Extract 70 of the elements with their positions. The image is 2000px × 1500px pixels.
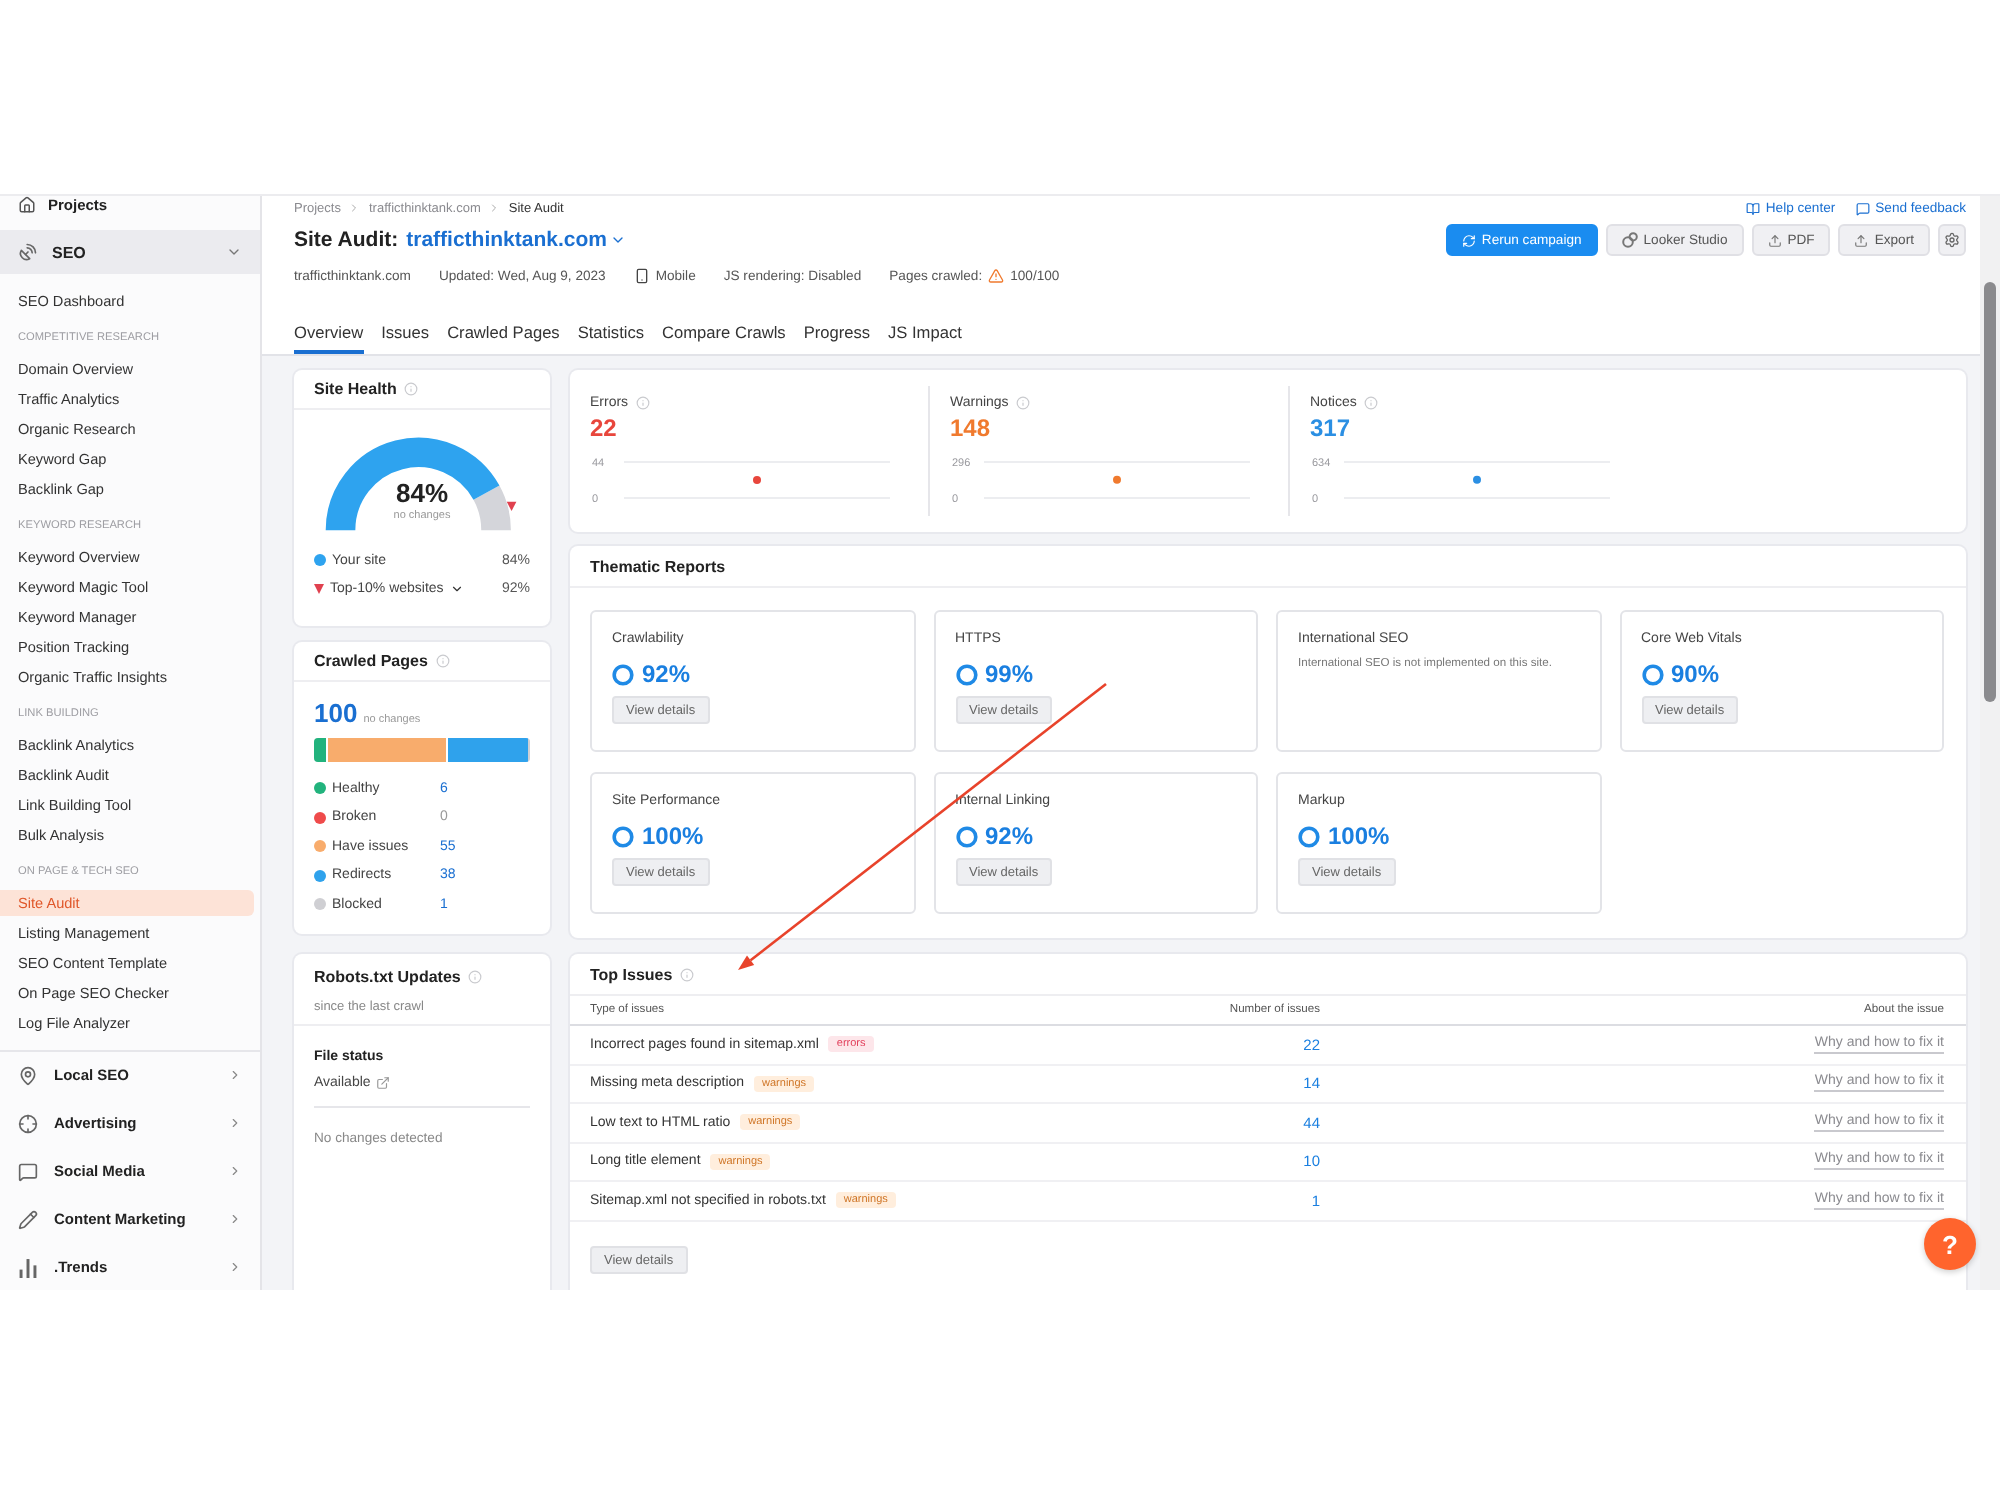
crosshair-icon	[18, 1113, 38, 1133]
card-title: Site Health	[314, 380, 397, 398]
benchmark-marker	[506, 501, 517, 511]
tab[interactable]: Progress	[803, 312, 871, 354]
caret-icon[interactable]	[449, 581, 464, 595]
report-score: 100%	[642, 822, 704, 850]
chevron-right-icon	[228, 1212, 242, 1226]
ring-icon	[612, 663, 634, 685]
page-title: Site Audit:	[294, 228, 399, 252]
report-score: 99%	[985, 660, 1034, 688]
health-score: 84%	[395, 480, 449, 508]
chevron-right-icon	[488, 202, 501, 214]
ring-icon	[955, 663, 977, 685]
info-icon[interactable]	[1364, 395, 1379, 409]
chevron-down-icon	[226, 244, 242, 260]
data-point	[753, 476, 761, 484]
tab[interactable]: Overview	[294, 312, 364, 354]
info-icon[interactable]	[680, 967, 695, 981]
circles-icon	[1621, 232, 1638, 248]
scrollbar[interactable]	[1980, 196, 2000, 1290]
tab[interactable]: Issues	[381, 312, 430, 354]
card-title: Thematic Reports	[590, 557, 726, 575]
card-title: Crawled Pages	[314, 652, 428, 670]
project-dropdown[interactable]: trafficthinktank.com	[406, 228, 627, 252]
upload-icon	[1767, 233, 1782, 247]
info-icon[interactable]	[404, 382, 419, 396]
report-score: 92%	[642, 660, 691, 688]
chevron-right-icon	[228, 1068, 242, 1082]
external-link-icon[interactable]	[376, 1075, 391, 1089]
report-score: 100%	[1328, 822, 1390, 850]
data-point	[1113, 475, 1121, 484]
crawled-pages-total: 100	[314, 696, 358, 732]
ring-icon	[1298, 825, 1320, 847]
bar-chart-icon	[18, 1257, 38, 1277]
info-icon[interactable]	[636, 395, 651, 409]
info-icon[interactable]	[1016, 395, 1031, 409]
info-icon[interactable]	[435, 654, 450, 668]
chevron-right-icon	[348, 202, 361, 214]
book-icon	[1745, 201, 1760, 215]
caret-icon	[610, 232, 627, 248]
issue-total-count[interactable]: 22	[590, 412, 617, 444]
satellite-dish-icon	[18, 242, 38, 262]
tab[interactable]: Statistics	[577, 312, 645, 354]
ring-icon	[1641, 663, 1663, 685]
card-title: Robots.txt Updates	[314, 968, 461, 986]
map-pin-icon	[18, 1065, 38, 1085]
chevron-right-icon	[228, 1260, 242, 1274]
report-score: 92%	[985, 822, 1034, 850]
ring-icon	[612, 825, 634, 847]
settings-icon	[1944, 232, 1960, 248]
phone-icon	[633, 268, 650, 284]
card-title: Top Issues	[590, 965, 673, 983]
tab[interactable]: Compare Crawls	[662, 312, 786, 354]
upload-icon	[1854, 233, 1869, 247]
chat-icon	[1855, 201, 1870, 215]
home-icon	[18, 196, 36, 213]
chevron-right-icon	[228, 1164, 242, 1178]
settings-button[interactable]	[1938, 224, 1966, 256]
chevron-right-icon	[228, 1116, 242, 1130]
ring-icon	[955, 825, 977, 847]
refresh-icon	[1461, 233, 1476, 247]
seo-menu-toggle[interactable]: SEO	[0, 230, 260, 274]
data-point	[1473, 475, 1481, 484]
gauge-remainder-arc	[473, 486, 511, 532]
scrollbar-thumb[interactable]	[1984, 282, 1996, 702]
info-icon[interactable]	[468, 970, 483, 984]
report-score: 90%	[1671, 660, 1720, 688]
pencil-icon	[18, 1209, 38, 1229]
tab[interactable]: Crawled Pages	[447, 312, 560, 354]
tab[interactable]: JS Impact	[888, 312, 962, 354]
